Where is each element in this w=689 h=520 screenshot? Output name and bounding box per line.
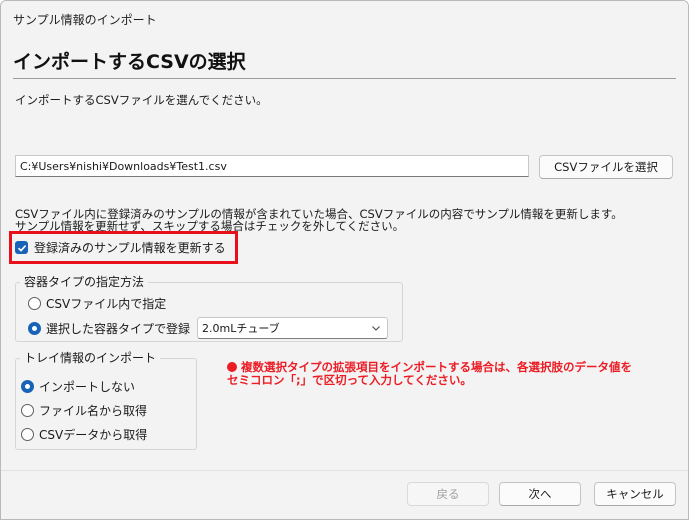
radio-tray-no-import[interactable]: インポートしない	[21, 378, 135, 395]
radio-container-selected-type[interactable]: 選択した容器タイプで登録	[28, 320, 190, 337]
radio-tray-from-csv[interactable]: CSVデータから取得	[21, 426, 147, 443]
radio-unselected-icon[interactable]	[21, 428, 34, 441]
page-heading: インポートするCSVの選択	[13, 51, 246, 73]
radio-tray-from-csv-label: CSVデータから取得	[39, 428, 148, 442]
container-type-dropdown[interactable]: 2.0mLチューブ	[197, 317, 388, 339]
heading-divider	[13, 78, 676, 79]
warning-line-1: 複数選択タイプの拡張項目をインポートする場合は、各選択肢のデータ値を	[241, 360, 632, 374]
radio-selected-icon[interactable]	[21, 380, 34, 393]
next-button[interactable]: 次へ	[499, 482, 581, 506]
radio-tray-no-import-label: インポートしない	[39, 380, 136, 394]
radio-tray-from-filename[interactable]: ファイル名から取得	[21, 402, 147, 419]
window-title: サンプル情報のインポート	[13, 13, 157, 27]
container-type-value: 2.0mLチューブ	[202, 322, 280, 335]
chevron-down-icon	[372, 326, 380, 331]
warning-bullet-icon	[227, 362, 237, 372]
tray-import-group-label: トレイ情報のインポート	[20, 349, 161, 366]
instruction-text: インポートするCSVファイルを選んでください。	[15, 93, 268, 107]
radio-selected-icon[interactable]	[28, 322, 41, 335]
cancel-button[interactable]: キャンセル	[594, 482, 676, 506]
radio-container-from-csv[interactable]: CSVファイル内で指定	[28, 295, 166, 312]
radio-unselected-icon[interactable]	[28, 297, 41, 310]
checkbox-checked-icon[interactable]	[15, 241, 28, 254]
multi-select-warning: 複数選択タイプの拡張項目をインポートする場合は、各選択肢のデータ値を セミコロン…	[227, 361, 667, 387]
update-existing-checkbox[interactable]: 登録済みのサンプル情報を更新する	[15, 239, 226, 256]
radio-unselected-icon[interactable]	[21, 404, 34, 417]
radio-container-selected-type-label: 選択した容器タイプで登録	[46, 322, 191, 336]
radio-tray-from-filename-label: ファイル名から取得	[39, 404, 148, 418]
container-type-group-label: 容器タイプの指定方法	[20, 273, 149, 290]
update-note: CSVファイル内に登録済みのサンプルの情報が含まれていた場合、CSVファイルの内…	[15, 208, 655, 232]
import-dialog: サンプル情報のインポート インポートするCSVの選択 インポートするCSVファイ…	[0, 0, 689, 520]
select-csv-button[interactable]: CSVファイルを選択	[539, 155, 673, 179]
radio-container-from-csv-label: CSVファイル内で指定	[46, 297, 167, 311]
back-button[interactable]: 戻る	[407, 482, 489, 506]
update-existing-label: 登録済みのサンプル情報を更新する	[34, 241, 226, 255]
warning-line-2: セミコロン「;」で区切って入力してください。	[227, 373, 472, 387]
title-bar: サンプル情報のインポート	[1, 1, 688, 35]
csv-path-input[interactable]	[15, 155, 529, 177]
footer-divider	[1, 470, 688, 471]
